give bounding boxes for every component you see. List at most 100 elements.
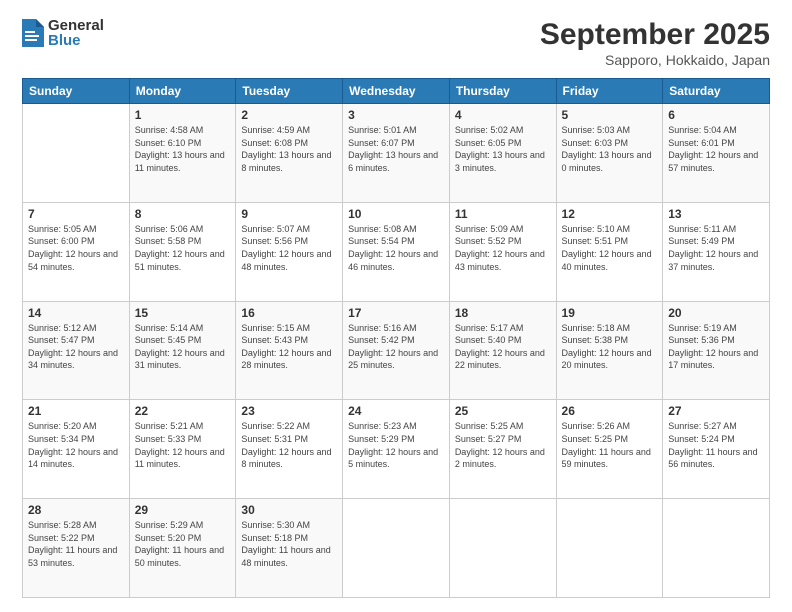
day-number: 13 bbox=[668, 207, 764, 221]
day-info: Sunrise: 5:01 AMSunset: 6:07 PMDaylight:… bbox=[348, 124, 444, 174]
day-number: 18 bbox=[455, 306, 551, 320]
day-info: Sunrise: 5:21 AMSunset: 5:33 PMDaylight:… bbox=[135, 420, 231, 470]
day-info: Sunrise: 5:14 AMSunset: 5:45 PMDaylight:… bbox=[135, 322, 231, 372]
day-info: Sunrise: 5:16 AMSunset: 5:42 PMDaylight:… bbox=[348, 322, 444, 372]
logo-text: General Blue bbox=[48, 18, 104, 48]
day-info: Sunrise: 5:12 AMSunset: 5:47 PMDaylight:… bbox=[28, 322, 124, 372]
calendar-header: Sunday Monday Tuesday Wednesday Thursday… bbox=[23, 79, 770, 104]
calendar-cell: 18 Sunrise: 5:17 AMSunset: 5:40 PMDayligh… bbox=[449, 301, 556, 400]
day-number: 9 bbox=[241, 207, 337, 221]
page: General Blue September 2025 Sapporo, Hok… bbox=[0, 0, 792, 612]
day-number: 10 bbox=[348, 207, 444, 221]
day-number: 27 bbox=[668, 404, 764, 418]
weekday-row: Sunday Monday Tuesday Wednesday Thursday… bbox=[23, 79, 770, 104]
calendar-cell: 5 Sunrise: 5:03 AMSunset: 6:03 PMDaylight… bbox=[556, 104, 663, 203]
day-info: Sunrise: 5:15 AMSunset: 5:43 PMDaylight:… bbox=[241, 322, 337, 372]
day-number: 14 bbox=[28, 306, 124, 320]
day-info: Sunrise: 5:18 AMSunset: 5:38 PMDaylight:… bbox=[562, 322, 658, 372]
day-info: Sunrise: 4:59 AMSunset: 6:08 PMDaylight:… bbox=[241, 124, 337, 174]
weekday-wednesday: Wednesday bbox=[343, 79, 450, 104]
day-number: 21 bbox=[28, 404, 124, 418]
calendar-cell: 10 Sunrise: 5:08 AMSunset: 5:54 PMDayligh… bbox=[343, 202, 450, 301]
calendar-cell: 16Sunrise: 5:15 AMSunset: 5:43 PMDayligh… bbox=[236, 301, 343, 400]
day-number: 19 bbox=[562, 306, 658, 320]
day-number: 2 bbox=[241, 108, 337, 122]
calendar-week-3: 21 Sunrise: 5:20 AMSunset: 5:34 PMDayligh… bbox=[23, 400, 770, 499]
calendar-cell: 1 Sunrise: 4:58 AMSunset: 6:10 PMDaylight… bbox=[129, 104, 236, 203]
day-number: 22 bbox=[135, 404, 231, 418]
weekday-thursday: Thursday bbox=[449, 79, 556, 104]
day-info: Sunrise: 5:26 AMSunset: 5:25 PMDaylight:… bbox=[562, 420, 658, 470]
calendar-cell: 26Sunrise: 5:26 AMSunset: 5:25 PMDayligh… bbox=[556, 400, 663, 499]
calendar-cell: 12 Sunrise: 5:10 AMSunset: 5:51 PMDayligh… bbox=[556, 202, 663, 301]
calendar-cell: 27 Sunrise: 5:27 AMSunset: 5:24 PMDayligh… bbox=[663, 400, 770, 499]
calendar-cell: 3 Sunrise: 5:01 AMSunset: 6:07 PMDaylight… bbox=[343, 104, 450, 203]
day-number: 1 bbox=[135, 108, 231, 122]
day-number: 24 bbox=[348, 404, 444, 418]
day-info: Sunrise: 5:28 AMSunset: 5:22 PMDaylight:… bbox=[28, 519, 124, 569]
calendar-cell bbox=[449, 499, 556, 598]
day-info: Sunrise: 5:29 AMSunset: 5:20 PMDaylight:… bbox=[135, 519, 231, 569]
day-info: Sunrise: 5:06 AMSunset: 5:58 PMDaylight:… bbox=[135, 223, 231, 273]
day-number: 28 bbox=[28, 503, 124, 517]
title-block: September 2025 Sapporo, Hokkaido, Japan bbox=[540, 18, 770, 68]
day-info: Sunrise: 5:19 AMSunset: 5:36 PMDaylight:… bbox=[668, 322, 764, 372]
day-number: 3 bbox=[348, 108, 444, 122]
logo: General Blue bbox=[22, 18, 104, 48]
logo-blue: Blue bbox=[48, 33, 104, 48]
calendar-cell: 9Sunrise: 5:07 AMSunset: 5:56 PMDaylight… bbox=[236, 202, 343, 301]
calendar-cell: 7Sunrise: 5:05 AMSunset: 6:00 PMDaylight… bbox=[23, 202, 130, 301]
day-info: Sunrise: 5:02 AMSunset: 6:05 PMDaylight:… bbox=[455, 124, 551, 174]
calendar-cell: 28 Sunrise: 5:28 AMSunset: 5:22 PMDayligh… bbox=[23, 499, 130, 598]
day-info: Sunrise: 5:30 AMSunset: 5:18 PMDaylight:… bbox=[241, 519, 337, 569]
day-number: 15 bbox=[135, 306, 231, 320]
location-subtitle: Sapporo, Hokkaido, Japan bbox=[540, 52, 770, 68]
calendar-cell: 24 Sunrise: 5:23 AMSunset: 5:29 PMDayligh… bbox=[343, 400, 450, 499]
calendar: Sunday Monday Tuesday Wednesday Thursday… bbox=[22, 78, 770, 598]
logo-icon bbox=[22, 19, 44, 47]
day-info: Sunrise: 5:10 AMSunset: 5:51 PMDaylight:… bbox=[562, 223, 658, 273]
calendar-cell: 21 Sunrise: 5:20 AMSunset: 5:34 PMDayligh… bbox=[23, 400, 130, 499]
weekday-friday: Friday bbox=[556, 79, 663, 104]
day-number: 30 bbox=[241, 503, 337, 517]
day-info: Sunrise: 5:04 AMSunset: 6:01 PMDaylight:… bbox=[668, 124, 764, 174]
calendar-cell: 4Sunrise: 5:02 AMSunset: 6:05 PMDaylight… bbox=[449, 104, 556, 203]
weekday-tuesday: Tuesday bbox=[236, 79, 343, 104]
day-number: 8 bbox=[135, 207, 231, 221]
day-number: 5 bbox=[562, 108, 658, 122]
day-number: 25 bbox=[455, 404, 551, 418]
day-number: 20 bbox=[668, 306, 764, 320]
day-number: 6 bbox=[668, 108, 764, 122]
calendar-cell: 22 Sunrise: 5:21 AMSunset: 5:33 PMDayligh… bbox=[129, 400, 236, 499]
calendar-cell: 11Sunrise: 5:09 AMSunset: 5:52 PMDayligh… bbox=[449, 202, 556, 301]
day-number: 12 bbox=[562, 207, 658, 221]
calendar-cell: 25Sunrise: 5:25 AMSunset: 5:27 PMDayligh… bbox=[449, 400, 556, 499]
calendar-body: 1 Sunrise: 4:58 AMSunset: 6:10 PMDaylight… bbox=[23, 104, 770, 598]
calendar-cell: 29 Sunrise: 5:29 AMSunset: 5:20 PMDayligh… bbox=[129, 499, 236, 598]
calendar-cell: 14 Sunrise: 5:12 AMSunset: 5:47 PMDayligh… bbox=[23, 301, 130, 400]
day-number: 23 bbox=[241, 404, 337, 418]
day-number: 29 bbox=[135, 503, 231, 517]
day-info: Sunrise: 5:20 AMSunset: 5:34 PMDaylight:… bbox=[28, 420, 124, 470]
day-info: Sunrise: 5:23 AMSunset: 5:29 PMDaylight:… bbox=[348, 420, 444, 470]
weekday-sunday: Sunday bbox=[23, 79, 130, 104]
day-info: Sunrise: 5:05 AMSunset: 6:00 PMDaylight:… bbox=[28, 223, 124, 273]
day-number: 17 bbox=[348, 306, 444, 320]
calendar-cell: 13 Sunrise: 5:11 AMSunset: 5:49 PMDayligh… bbox=[663, 202, 770, 301]
calendar-week-0: 1 Sunrise: 4:58 AMSunset: 6:10 PMDaylight… bbox=[23, 104, 770, 203]
calendar-cell bbox=[663, 499, 770, 598]
day-info: Sunrise: 5:17 AMSunset: 5:40 PMDaylight:… bbox=[455, 322, 551, 372]
calendar-cell: 2 Sunrise: 4:59 AMSunset: 6:08 PMDaylight… bbox=[236, 104, 343, 203]
weekday-monday: Monday bbox=[129, 79, 236, 104]
calendar-cell: 6 Sunrise: 5:04 AMSunset: 6:01 PMDaylight… bbox=[663, 104, 770, 203]
calendar-cell: 15 Sunrise: 5:14 AMSunset: 5:45 PMDayligh… bbox=[129, 301, 236, 400]
calendar-cell: 20 Sunrise: 5:19 AMSunset: 5:36 PMDayligh… bbox=[663, 301, 770, 400]
day-info: Sunrise: 5:11 AMSunset: 5:49 PMDaylight:… bbox=[668, 223, 764, 273]
calendar-week-4: 28 Sunrise: 5:28 AMSunset: 5:22 PMDayligh… bbox=[23, 499, 770, 598]
calendar-cell: 19 Sunrise: 5:18 AMSunset: 5:38 PMDayligh… bbox=[556, 301, 663, 400]
day-info: Sunrise: 5:03 AMSunset: 6:03 PMDaylight:… bbox=[562, 124, 658, 174]
weekday-saturday: Saturday bbox=[663, 79, 770, 104]
day-info: Sunrise: 5:08 AMSunset: 5:54 PMDaylight:… bbox=[348, 223, 444, 273]
day-info: Sunrise: 5:27 AMSunset: 5:24 PMDaylight:… bbox=[668, 420, 764, 470]
day-info: Sunrise: 4:58 AMSunset: 6:10 PMDaylight:… bbox=[135, 124, 231, 174]
